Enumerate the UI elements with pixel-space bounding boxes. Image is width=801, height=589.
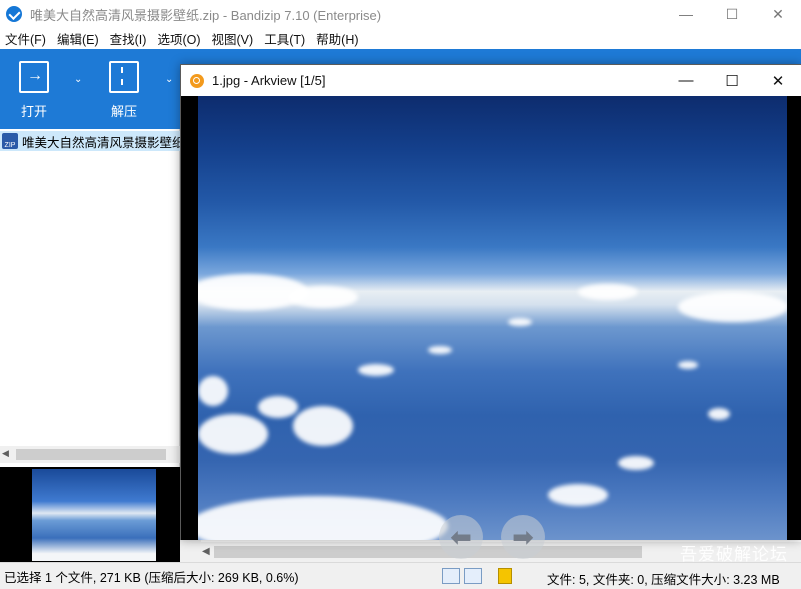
minimize-button[interactable]: — — [663, 0, 709, 28]
image-canvas[interactable]: ⬅ ➡ — [181, 96, 801, 559]
scroll-left-icon[interactable]: ◀ — [202, 546, 210, 557]
folder-tree: ZIP 唯美大自然高清风景摄影壁纸.zip — [0, 129, 180, 467]
extract-button[interactable]: 解压 — [94, 61, 154, 120]
maximize-button[interactable]: ☐ — [709, 0, 755, 28]
window-title: 唯美大自然高清风景摄影壁纸.zip - Bandizip 7.10 (Enter… — [30, 7, 382, 23]
arkview-minimize-button[interactable]: — — [663, 65, 709, 96]
scrollbar-thumb[interactable] — [16, 449, 166, 460]
menu-options[interactable]: 选项(O) — [152, 29, 206, 48]
menu-find[interactable]: 查找(I) — [105, 29, 153, 48]
open-label: 打开 — [20, 104, 47, 119]
extract-label: 解压 — [110, 104, 137, 119]
landscape-photo — [198, 96, 787, 540]
preview-thumbnail — [32, 469, 156, 561]
menu-file[interactable]: 文件(F) — [0, 29, 52, 48]
status-bar: 已选择 1 个文件, 271 KB (压缩后大小: 269 KB, 0.6%) … — [0, 562, 801, 589]
selection-status: 已选择 1 个文件, 271 KB (压缩后大小: 269 KB, 0.6%) — [4, 570, 299, 585]
archive-info-icon[interactable] — [498, 568, 512, 584]
arkview-title: 1.jpg - Arkview [1/5] — [212, 73, 326, 88]
zip-file-icon: ZIP — [2, 133, 18, 149]
tree-item-archive[interactable]: ZIP 唯美大自然高清风景摄影壁纸.zip — [0, 131, 180, 151]
next-image-button[interactable]: ➡ — [501, 515, 545, 559]
thumbnail-view-icon[interactable] — [464, 568, 482, 584]
arkview-window: 1.jpg - Arkview [1/5] — ☐ ✕ ⬅ ➡ — [180, 64, 801, 559]
menu-view[interactable]: 视图(V) — [207, 29, 260, 48]
watermark: 吾爱破解论坛 — [680, 545, 788, 564]
archive-summary: 文件: 5, 文件夹: 0, 压缩文件大小: 3.23 MB — [547, 573, 780, 587]
title-bar: 唯美大自然高清风景摄影壁纸.zip - Bandizip 7.10 (Enter… — [0, 0, 801, 28]
arkview-title-bar: 1.jpg - Arkview [1/5] — ☐ ✕ — [181, 65, 801, 96]
extract-dropdown-icon[interactable]: ⌄ — [165, 74, 173, 85]
image-preview-pane — [0, 467, 180, 562]
open-button[interactable]: 打开 — [4, 61, 64, 120]
tree-horizontal-scrollbar[interactable]: ◀ — [0, 446, 180, 463]
previous-image-button[interactable]: ⬅ — [439, 515, 483, 559]
bandizip-app-icon — [6, 6, 22, 22]
menu-edit[interactable]: 编辑(E) — [52, 29, 105, 48]
scroll-left-icon[interactable]: ◀ — [2, 448, 9, 459]
menu-bar: 文件(F) 编辑(E) 查找(I) 选项(O) 视图(V) 工具(T) 帮助(H… — [0, 28, 801, 49]
scrollbar-thumb[interactable] — [214, 546, 642, 558]
tree-item-label: 唯美大自然高清风景摄影壁纸.zip — [22, 135, 180, 150]
arkview-app-icon — [190, 73, 204, 88]
close-button[interactable]: ✕ — [755, 0, 801, 28]
open-file-icon — [19, 61, 49, 93]
open-dropdown-icon[interactable]: ⌄ — [74, 74, 82, 85]
menu-help[interactable]: 帮助(H) — [311, 29, 364, 48]
details-view-icon[interactable] — [442, 568, 460, 584]
menu-tools[interactable]: 工具(T) — [259, 29, 311, 48]
arkview-close-button[interactable]: ✕ — [755, 65, 801, 96]
extract-zip-icon — [109, 61, 139, 93]
arkview-maximize-button[interactable]: ☐ — [709, 65, 755, 96]
